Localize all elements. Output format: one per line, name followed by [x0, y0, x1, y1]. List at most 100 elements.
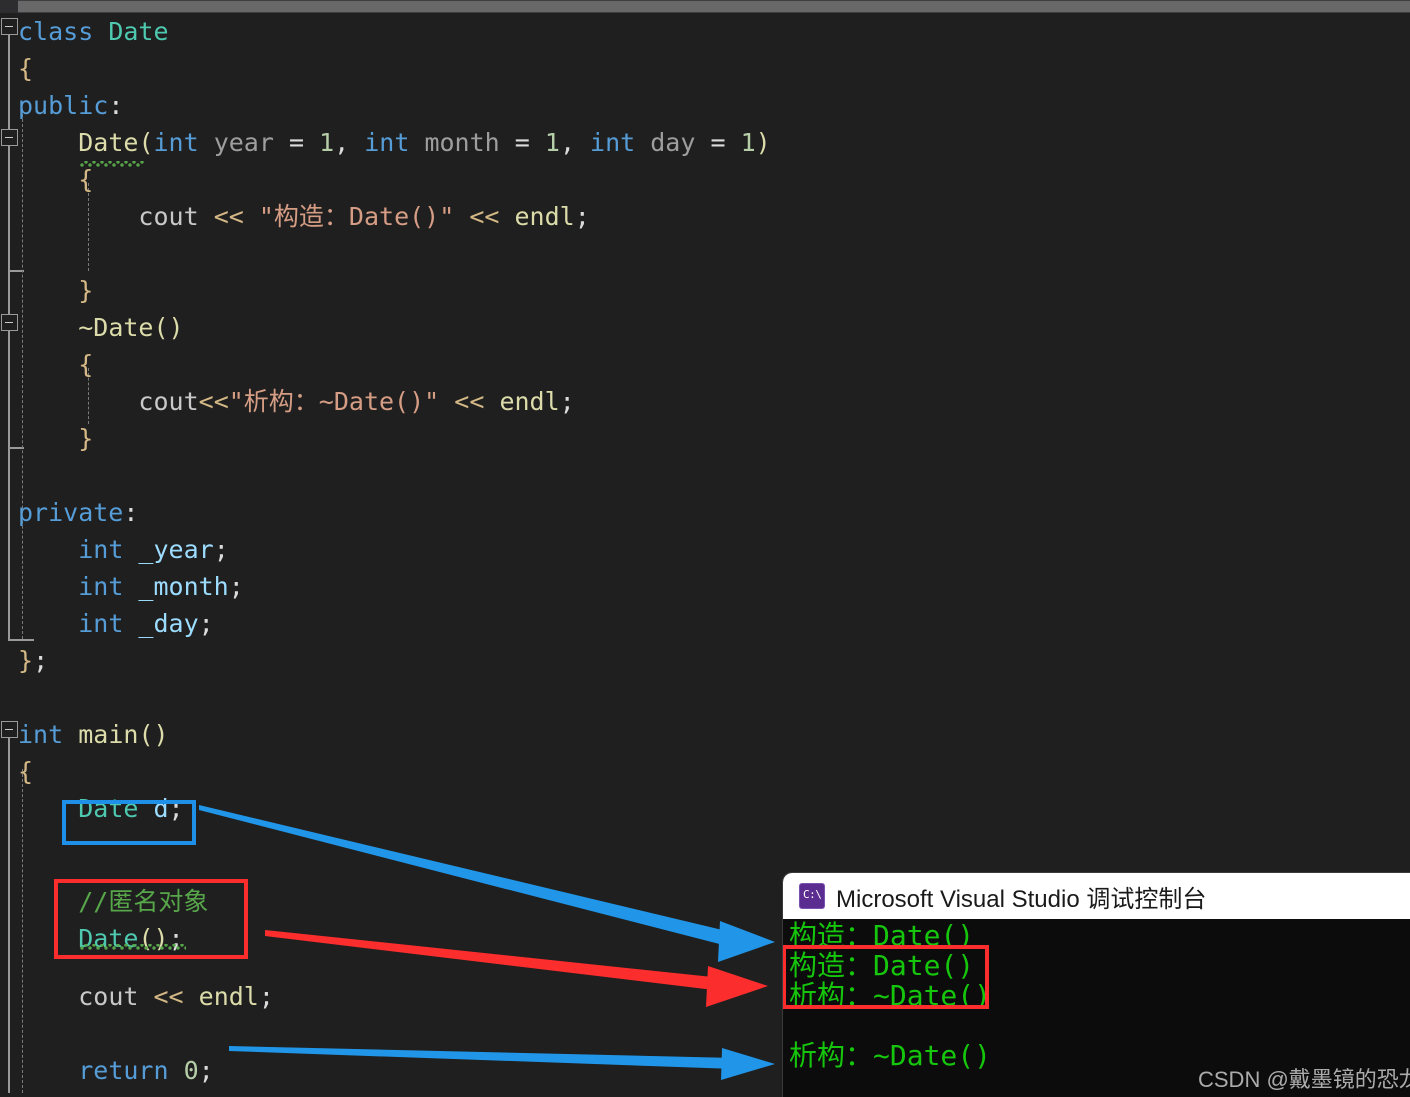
code-token: class [18, 17, 109, 46]
code-token: ( [138, 128, 154, 157]
code-line[interactable]: }; [18, 642, 48, 679]
code-token: "析构：~Date()" [228, 387, 440, 416]
squiggle-underline-anon-object [80, 944, 186, 950]
code-token: year [198, 128, 274, 157]
code-token: "构造：Date()" [258, 202, 455, 231]
code-token: ; [168, 794, 184, 823]
code-line[interactable]: cout << endl; [18, 978, 274, 1015]
code-line[interactable]: ~Date() [18, 309, 184, 346]
code-token: 1 [740, 128, 756, 157]
horizontal-scrollbar-track[interactable] [0, 0, 1410, 13]
code-token: ; [258, 982, 274, 1011]
horizontal-scrollbar-thumb[interactable] [18, 1, 1410, 12]
fold-bracket-main [8, 738, 10, 1093]
fold-bracket-dtor [8, 331, 10, 447]
code-token: ; [213, 535, 229, 564]
code-token: int [78, 572, 124, 601]
code-token: return [78, 1056, 169, 1085]
fold-toggle-constructor[interactable] [1, 129, 18, 146]
code-token: ~Date [78, 313, 154, 342]
code-token: _day [123, 609, 199, 638]
code-token: } [18, 276, 94, 305]
code-token: 1 [319, 128, 335, 157]
code-token: ; [574, 202, 590, 231]
code-token: main [78, 720, 139, 749]
code-token: cout [138, 387, 199, 416]
code-line[interactable]: private: [18, 494, 138, 531]
code-token: d [138, 794, 169, 823]
code-line[interactable]: } [18, 1089, 33, 1097]
code-token: Date [78, 794, 139, 823]
code-token: endl [198, 982, 259, 1011]
fold-toggle-destructor[interactable] [1, 314, 18, 331]
code-line[interactable]: int _day; [18, 605, 213, 642]
code-token: << [454, 202, 515, 231]
code-line[interactable]: int _month; [18, 568, 244, 605]
code-line[interactable]: //匿名对象 [18, 883, 208, 920]
code-token: ; [228, 572, 244, 601]
console-highlight-box [783, 945, 989, 1009]
code-token: : [123, 498, 139, 527]
code-line[interactable]: class Date [18, 13, 169, 50]
code-line[interactable]: { [18, 346, 93, 383]
fold-toggle-main[interactable] [1, 721, 18, 738]
code-token: day [635, 128, 696, 157]
code-token: } [18, 424, 94, 453]
code-token: { [18, 350, 94, 379]
code-token: Date [78, 128, 139, 157]
code-token: 0 [183, 1056, 199, 1085]
code-token: } [18, 646, 34, 675]
code-token: { [18, 54, 34, 83]
code-line[interactable]: public: [18, 87, 123, 124]
code-line[interactable]: } [18, 272, 93, 309]
scrollbar-corner [0, 0, 18, 13]
code-line[interactable]: cout << "构造：Date()" << endl; [18, 198, 590, 235]
code-token: 1 [544, 128, 560, 157]
code-token: int [364, 128, 410, 157]
code-line[interactable]: cout<<"析构：~Date()" << endl; [18, 383, 575, 420]
csdn-watermark: CSDN @戴墨镜的恐龙 [1198, 1067, 1410, 1092]
code-token: _year [123, 535, 214, 564]
code-token: cout [138, 202, 199, 231]
console-icon-text: C:\ [803, 888, 822, 901]
code-token: _month [123, 572, 229, 601]
code-line[interactable]: int main() [18, 716, 169, 753]
code-token: () [138, 720, 169, 749]
code-token: { [18, 165, 94, 194]
code-token: () [153, 313, 184, 342]
code-token: ; [559, 387, 575, 416]
code-line[interactable]: { [18, 753, 33, 790]
code-token: //匿名对象 [78, 887, 209, 916]
code-line[interactable]: { [18, 50, 33, 87]
code-line[interactable]: Date(); [18, 920, 183, 957]
code-token: ; [198, 1056, 214, 1085]
code-line[interactable]: } [18, 420, 93, 457]
code-token: = [499, 128, 545, 157]
code-line[interactable]: int _year; [18, 531, 229, 568]
code-token: int [153, 128, 199, 157]
code-line[interactable]: Date(int year = 1, int month = 1, int da… [18, 124, 770, 161]
code-token: ; [33, 646, 49, 675]
fold-toggle-class-date[interactable] [1, 18, 18, 35]
console-titlebar[interactable]: C:\ Microsoft Visual Studio 调试控制台 [783, 873, 1410, 919]
console-app-icon: C:\ [799, 883, 825, 909]
code-line[interactable]: Date d; [18, 790, 184, 827]
code-line[interactable]: return 0; [18, 1052, 214, 1089]
squiggle-underline-ctor [80, 161, 144, 167]
code-token: = [695, 128, 741, 157]
console-window-title: Microsoft Visual Studio 调试控制台 [836, 885, 1207, 913]
code-token: { [18, 757, 34, 786]
code-token: , [334, 128, 365, 157]
code-token: } [18, 1093, 33, 1097]
code-token: << [439, 387, 500, 416]
